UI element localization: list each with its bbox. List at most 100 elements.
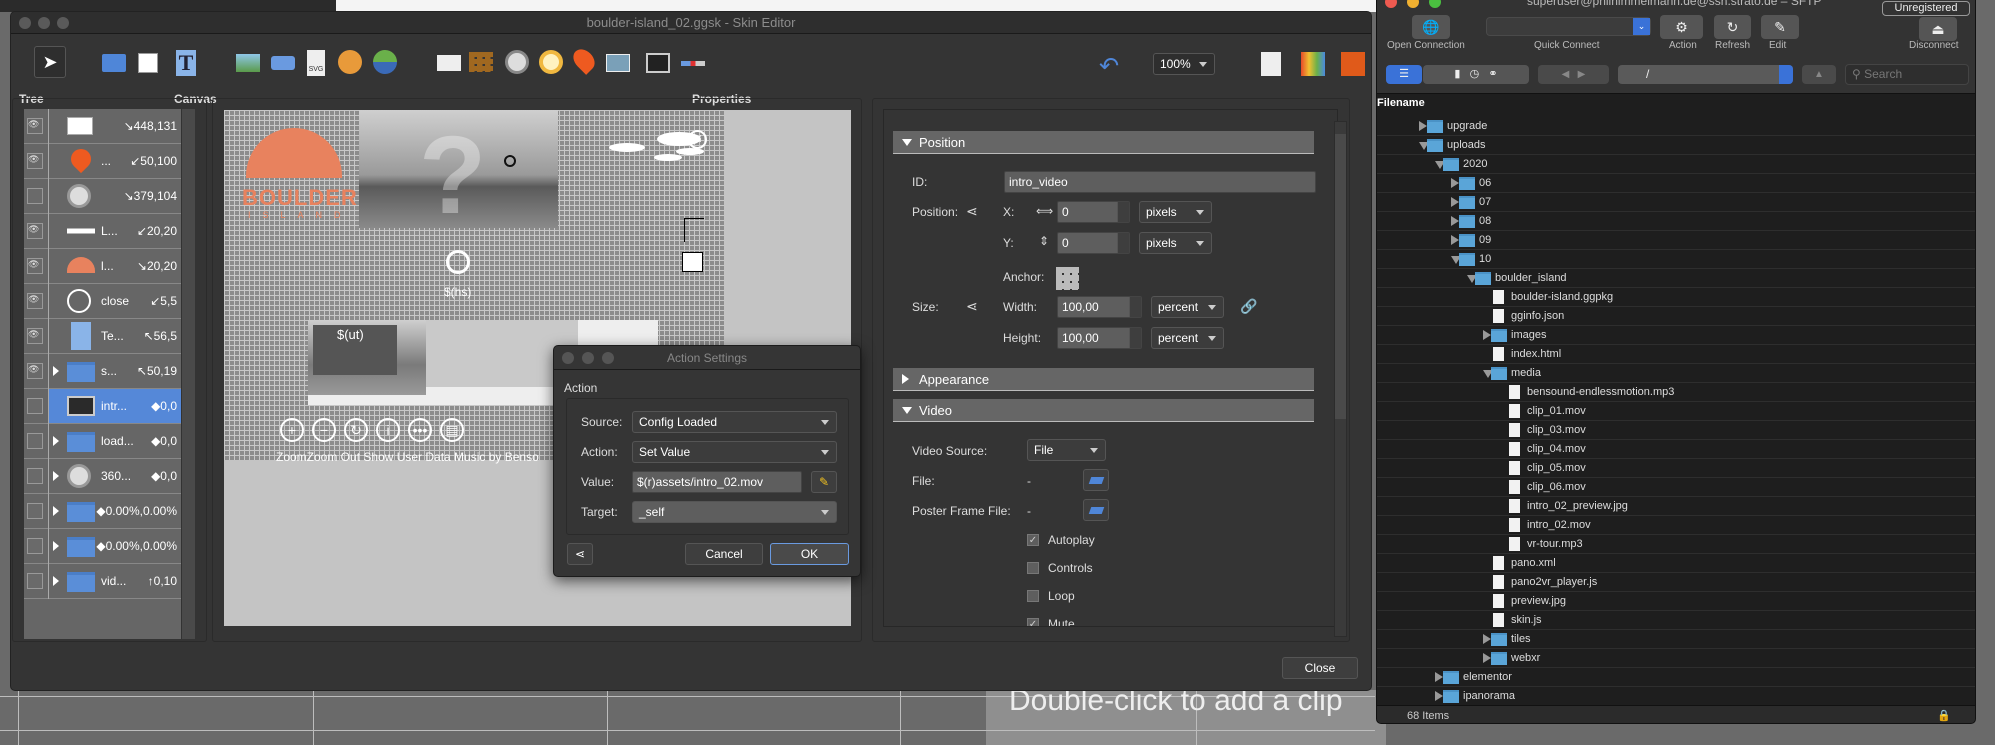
close-dialog-button[interactable]: [562, 352, 574, 364]
tree-item[interactable]: ◆0.00%,0.00%: [24, 529, 181, 564]
tree-item[interactable]: ↘379,104: [24, 179, 181, 214]
container-tool-folder-icon[interactable]: [102, 54, 126, 72]
canvas-button-icon[interactable]: •••: [408, 418, 432, 442]
disclosure-closed-icon[interactable]: [1483, 653, 1491, 663]
file-row[interactable]: media: [1377, 364, 1975, 383]
mute-checkbox[interactable]: ✓: [1027, 618, 1039, 626]
action-select[interactable]: Set Value: [632, 441, 837, 463]
visibility-checkbox[interactable]: [27, 433, 43, 449]
file-row[interactable]: boulder-island.ggpkg: [1377, 288, 1975, 307]
height-stepper[interactable]: [1129, 328, 1141, 348]
disconnect-eject-icon[interactable]: ⏏: [1919, 17, 1957, 41]
visibility-eye-icon[interactable]: 👁: [27, 118, 43, 134]
expand-arrow-icon[interactable]: [53, 576, 59, 586]
tree-item-body[interactable]: close ↙5,5: [49, 284, 181, 318]
y-field[interactable]: 0: [1057, 232, 1130, 254]
file-row[interactable]: preview.jpg: [1377, 592, 1975, 611]
file-row[interactable]: tiles: [1377, 630, 1975, 649]
visibility-eye-icon[interactable]: 👁: [27, 223, 43, 239]
scrollarea-tool-icon[interactable]: [437, 55, 461, 71]
svg-tool-icon[interactable]: SVG: [307, 50, 325, 76]
share-icon[interactable]: ⋖: [966, 203, 978, 220]
file-row[interactable]: bensound-endlessmotion.mp3: [1377, 383, 1975, 402]
visibility-checkbox[interactable]: [27, 538, 43, 554]
file-row[interactable]: vr-tour.mp3: [1377, 535, 1975, 554]
image-element[interactable]: ?: [359, 110, 558, 237]
tree-item[interactable]: 360... ◆0,0: [24, 459, 181, 494]
tree-item[interactable]: ◆0.00%,0.00%: [24, 494, 181, 529]
expand-arrow-icon[interactable]: [53, 436, 59, 446]
tree-item[interactable]: 👁 L... ↙20,20: [24, 214, 181, 249]
action-gear-icon[interactable]: ⚙: [1660, 15, 1703, 39]
edit-pencil-icon[interactable]: ✎: [1761, 15, 1799, 39]
preview-icon[interactable]: [1261, 52, 1281, 76]
outline-view-icon[interactable]: ☰: [1386, 65, 1422, 84]
position-section-header[interactable]: Position: [893, 131, 1314, 154]
height-field[interactable]: 100,00: [1057, 327, 1142, 349]
file-row[interactable]: intro_02.mov: [1377, 516, 1975, 535]
tree-item[interactable]: 👁... ↙50,100: [24, 144, 181, 179]
id-field[interactable]: intro_video: [1004, 171, 1316, 193]
width-stepper[interactable]: [1129, 297, 1141, 317]
disclosure-closed-icon[interactable]: [1435, 672, 1443, 682]
zoom-select[interactable]: 100%: [1153, 53, 1215, 75]
file-row[interactable]: pano.xml: [1377, 554, 1975, 573]
compass-tool-icon[interactable]: [505, 50, 529, 74]
tree-item[interactable]: 👁 Te... ↖56,5: [24, 319, 181, 354]
close-window-button[interactable]: [19, 17, 31, 29]
file-row[interactable]: clip_04.mov: [1377, 440, 1975, 459]
video-tool-icon[interactable]: [646, 53, 670, 73]
anchor-grid[interactable]: [1056, 267, 1079, 290]
close-icon[interactable]: ✕: [688, 130, 707, 149]
share-icon[interactable]: ⋖: [966, 298, 978, 315]
video-section-header[interactable]: Video: [893, 399, 1314, 422]
visibility-eye-icon[interactable]: 👁: [27, 363, 43, 379]
expand-arrow-icon[interactable]: [53, 471, 59, 481]
visibility-checkbox[interactable]: [27, 468, 43, 484]
parent-directory-button[interactable]: ▲: [1802, 65, 1836, 84]
file-row[interactable]: 07: [1377, 193, 1975, 212]
zoom-window-button[interactable]: [57, 17, 69, 29]
filename-column-header[interactable]: Filename: [1377, 97, 1425, 109]
tree-item-body[interactable]: ... ↙50,100: [49, 144, 181, 178]
file-row[interactable]: ipanorama: [1377, 687, 1975, 706]
file-row[interactable]: 2020: [1377, 155, 1975, 174]
file-row[interactable]: skin.js: [1377, 611, 1975, 630]
file-row[interactable]: 06: [1377, 174, 1975, 193]
tree-item-body[interactable]: Te... ↖56,5: [49, 319, 181, 353]
autoplay-checkbox[interactable]: ✓: [1027, 534, 1039, 546]
rectangle-tool-icon[interactable]: [138, 53, 158, 73]
disclosure-closed-icon[interactable]: [1451, 235, 1459, 245]
tree-item-body[interactable]: 360... ◆0,0: [49, 459, 181, 493]
map-globe-icon[interactable]: [338, 50, 362, 74]
y-stepper[interactable]: [1117, 233, 1129, 253]
file-row[interactable]: images: [1377, 326, 1975, 345]
select-tool-button[interactable]: ➤: [34, 46, 66, 78]
tree-item-body[interactable]: ↘379,104: [49, 179, 181, 213]
y-unit-select[interactable]: pixels: [1139, 232, 1212, 254]
bookmark-history-segment[interactable]: ▮ ◷ ⚭: [1423, 65, 1529, 84]
file-row[interactable]: clip_05.mov: [1377, 459, 1975, 478]
file-row[interactable]: 09: [1377, 231, 1975, 250]
tree-item[interactable]: 👁 close ↙5,5: [24, 284, 181, 319]
tree-item[interactable]: 👁 ↘448,131: [24, 109, 181, 144]
source-select[interactable]: Config Loaded: [632, 411, 837, 433]
tree-item-body[interactable]: l... ↘20,20: [49, 249, 181, 283]
share-icon[interactable]: ⋖: [567, 543, 593, 565]
hotspot-icon[interactable]: [446, 250, 470, 274]
x-field[interactable]: 0: [1057, 201, 1130, 223]
file-row[interactable]: index.html: [1377, 345, 1975, 364]
loop-checkbox[interactable]: [1027, 590, 1039, 602]
visibility-checkbox[interactable]: [27, 188, 43, 204]
file-row[interactable]: 10: [1377, 250, 1975, 269]
visibility-checkbox[interactable]: [27, 503, 43, 519]
link-icon[interactable]: 🔗: [1240, 298, 1257, 315]
tree-item[interactable]: load... ◆0,0: [24, 424, 181, 459]
height-unit-select[interactable]: percent: [1151, 327, 1224, 349]
tree-item-body[interactable]: ↘448,131: [49, 109, 181, 143]
refresh-icon[interactable]: ↻: [1714, 15, 1751, 39]
file-row[interactable]: uploads: [1377, 136, 1975, 155]
tree-list[interactable]: 👁 ↘448,131 👁... ↙50,100 ↘379,104 👁 L... ↙20,20 👁…: [24, 109, 181, 639]
tree-item-body[interactable]: vid... ↑0,10: [49, 564, 181, 598]
map-tool-icon[interactable]: [606, 54, 630, 72]
